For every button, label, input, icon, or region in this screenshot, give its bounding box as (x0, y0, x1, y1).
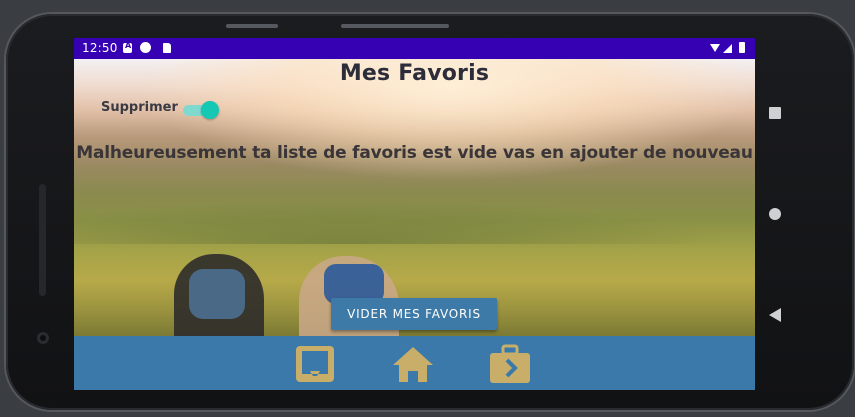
page-title: Mes Favoris (339, 61, 490, 86)
home-icon (393, 347, 433, 382)
delete-label: Supprimer (101, 100, 178, 115)
clear-favorites-button[interactable]: VIDER MES FAVORIS (331, 298, 497, 330)
bottom-navigation (74, 336, 755, 390)
status-time: 12:50 (82, 41, 118, 55)
sd-card-icon (163, 43, 171, 53)
battery-icon (739, 42, 745, 53)
favorites-content: Mes Favoris Supprimer Malheureusement ta… (74, 59, 755, 349)
volume-button[interactable] (341, 24, 449, 28)
back-button[interactable] (769, 308, 781, 322)
nav-inbox[interactable] (293, 344, 337, 384)
empty-favorites-message: Malheureusement ta liste de favoris est … (76, 143, 753, 163)
wifi-icon (710, 44, 720, 52)
power-button[interactable] (226, 24, 278, 28)
background-photo (74, 154, 755, 244)
app-screen: 12:50 Mes Favoris Supprimer Malheureusem… (74, 38, 755, 390)
home-system-button[interactable] (769, 208, 781, 220)
phone-speaker (39, 184, 46, 296)
nav-home[interactable] (391, 344, 435, 384)
nav-work[interactable] (488, 344, 532, 384)
hiker-backpack (189, 269, 245, 319)
a-icon (123, 41, 132, 53)
briefcase-icon (490, 344, 530, 383)
inbox-icon (296, 346, 334, 382)
recents-button[interactable] (769, 107, 781, 119)
status-bar: 12:50 (74, 38, 755, 59)
front-camera (37, 332, 49, 344)
signal-icon (723, 44, 732, 53)
p-icon (140, 42, 151, 53)
delete-toggle-thumb[interactable] (201, 101, 219, 119)
